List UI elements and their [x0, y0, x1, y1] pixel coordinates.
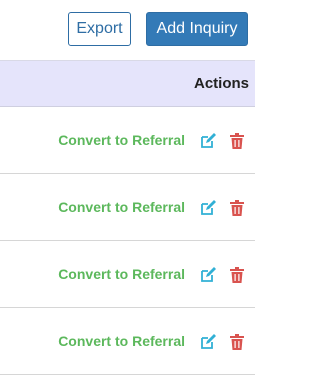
table-row: Convert to Referral: [0, 174, 255, 241]
add-inquiry-button[interactable]: Add Inquiry: [146, 12, 248, 46]
export-button[interactable]: Export: [68, 12, 131, 46]
toolbar: Export Add Inquiry: [0, 0, 255, 60]
convert-to-referral-link[interactable]: Convert to Referral: [58, 266, 185, 282]
trash-icon[interactable]: [230, 133, 244, 149]
actions-column-header: Actions: [193, 75, 249, 92]
edit-icon[interactable]: [200, 267, 216, 283]
edit-icon[interactable]: [200, 334, 216, 350]
convert-to-referral-link[interactable]: Convert to Referral: [58, 333, 185, 349]
table-row: Convert to Referral: [0, 241, 255, 308]
table-header: Actions: [0, 60, 255, 107]
trash-icon[interactable]: [230, 200, 244, 216]
table-row: Convert to Referral: [0, 107, 255, 174]
trash-icon[interactable]: [230, 334, 244, 350]
convert-to-referral-link[interactable]: Convert to Referral: [58, 199, 185, 215]
edit-icon[interactable]: [200, 133, 216, 149]
table-row: Convert to Referral: [0, 308, 255, 375]
edit-icon[interactable]: [200, 200, 216, 216]
trash-icon[interactable]: [230, 267, 244, 283]
convert-to-referral-link[interactable]: Convert to Referral: [58, 132, 185, 148]
inquiries-table: Actions Convert to Referral Convert to R…: [0, 60, 255, 375]
